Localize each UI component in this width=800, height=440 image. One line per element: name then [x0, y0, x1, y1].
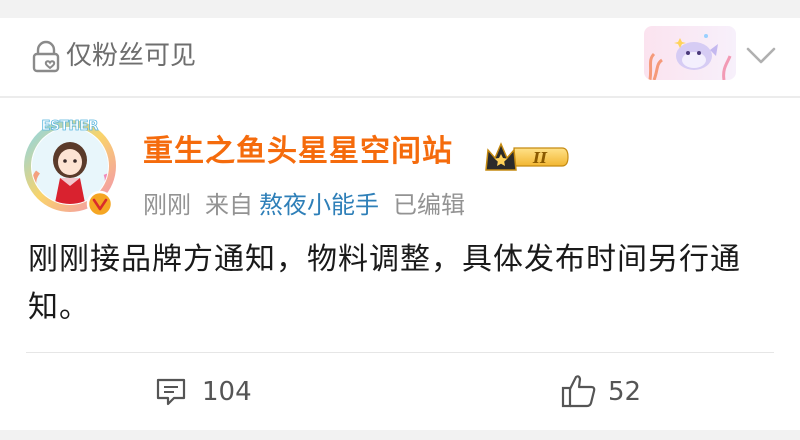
thumbs-up-icon[interactable] [560, 372, 598, 410]
comment-count[interactable]: 104 [202, 374, 252, 410]
post-content: 刚刚接品牌方通知，物料调整，具体发布时间另行通知。 [28, 242, 741, 325]
verified-badge-icon [86, 190, 114, 218]
source-link[interactable]: 熬夜小能手 [259, 191, 379, 219]
visibility-label: 仅粉丝可见 [66, 41, 197, 71]
username[interactable]: 重生之鱼头星星空间站 [143, 132, 453, 172]
top-strip [0, 0, 800, 18]
post-meta: 刚刚 来自 熬夜小能手 已编辑 [143, 188, 479, 222]
lock-heart-icon [32, 40, 60, 73]
avatar[interactable]: ESTHER [20, 112, 124, 220]
edited-label[interactable]: 已编辑 [393, 191, 465, 219]
like-count[interactable]: 52 [608, 374, 641, 410]
bottom-strip [0, 430, 800, 440]
chevron-down-icon[interactable] [744, 42, 778, 68]
comment-icon[interactable] [154, 376, 188, 408]
post-time: 刚刚 [143, 191, 191, 219]
badge-level-label: II [532, 149, 548, 167]
avatar-ring-text: ESTHER [42, 119, 99, 134]
source-prefix: 来自 [205, 191, 253, 219]
crown-member-badge-icon[interactable]: II [484, 140, 570, 174]
decorative-fish-banner [644, 26, 736, 80]
actions-divider [26, 352, 774, 353]
